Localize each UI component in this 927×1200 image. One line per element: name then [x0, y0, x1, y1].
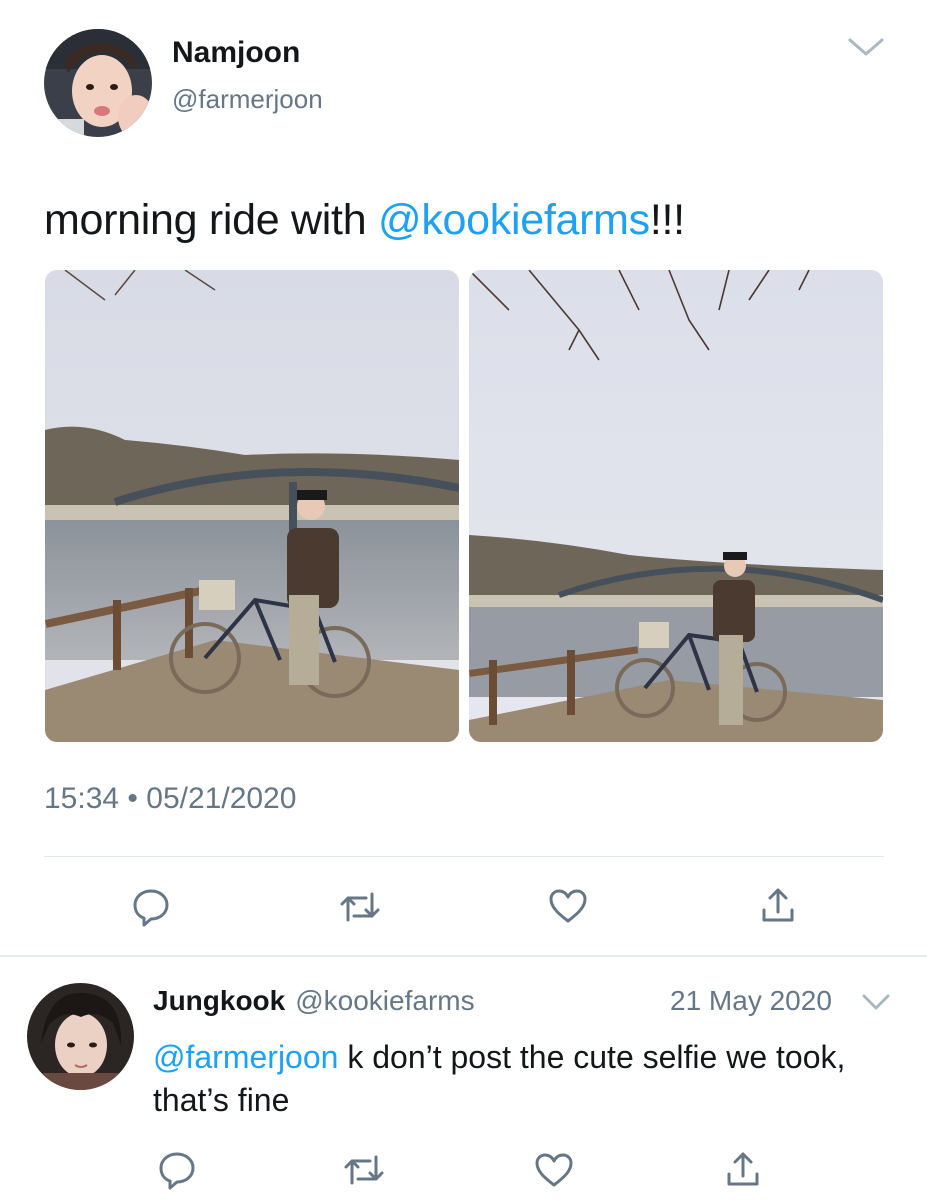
reply-icon[interactable]	[131, 887, 171, 927]
divider	[44, 856, 884, 857]
meta-separator: •	[127, 782, 138, 815]
reply-chevron-down-icon[interactable]	[860, 990, 892, 1014]
author-handle[interactable]: @farmerjoon	[172, 84, 323, 115]
reply-share-icon[interactable]	[725, 1150, 761, 1190]
reply-mention-link[interactable]: @farmerjoon	[153, 1039, 338, 1075]
reply-retweet-icon[interactable]	[342, 1153, 386, 1187]
reply-avatar[interactable]	[27, 983, 134, 1090]
tweet-text: morning ride with @kookiefarms!!!	[44, 196, 685, 245]
tweet-text-after: !!!	[649, 196, 685, 244]
author-name[interactable]: Namjoon	[172, 36, 300, 70]
like-icon[interactable]	[548, 888, 588, 924]
share-icon[interactable]	[760, 886, 796, 926]
tweet-photo-2[interactable]	[469, 270, 883, 742]
tweet-text-before: morning ride with	[44, 196, 378, 244]
tweet-time: 15:34	[44, 782, 120, 815]
tweet-photo-1[interactable]	[45, 270, 459, 742]
tweet-timestamp[interactable]: 15:34 • 05/21/2020	[44, 782, 296, 816]
reply-text: @farmerjoon k don’t post the cute selfie…	[153, 1036, 893, 1122]
reply-header: Jungkook @kookiefarms	[153, 985, 475, 1017]
retweet-icon[interactable]	[338, 890, 382, 924]
reply-author-handle[interactable]: @kookiefarms	[295, 985, 474, 1016]
chevron-down-icon[interactable]	[846, 32, 886, 62]
reply-like-icon[interactable]	[534, 1152, 574, 1188]
tweet-date: 05/21/2020	[146, 782, 297, 815]
reply-reply-icon[interactable]	[157, 1150, 197, 1190]
reply-date: 21 May 2020	[670, 985, 832, 1016]
tweet-mention-link[interactable]: @kookiefarms	[378, 196, 650, 244]
author-avatar[interactable]	[44, 29, 152, 137]
tweet-separator	[0, 955, 927, 957]
reply-author-name[interactable]: Jungkook	[153, 985, 285, 1016]
